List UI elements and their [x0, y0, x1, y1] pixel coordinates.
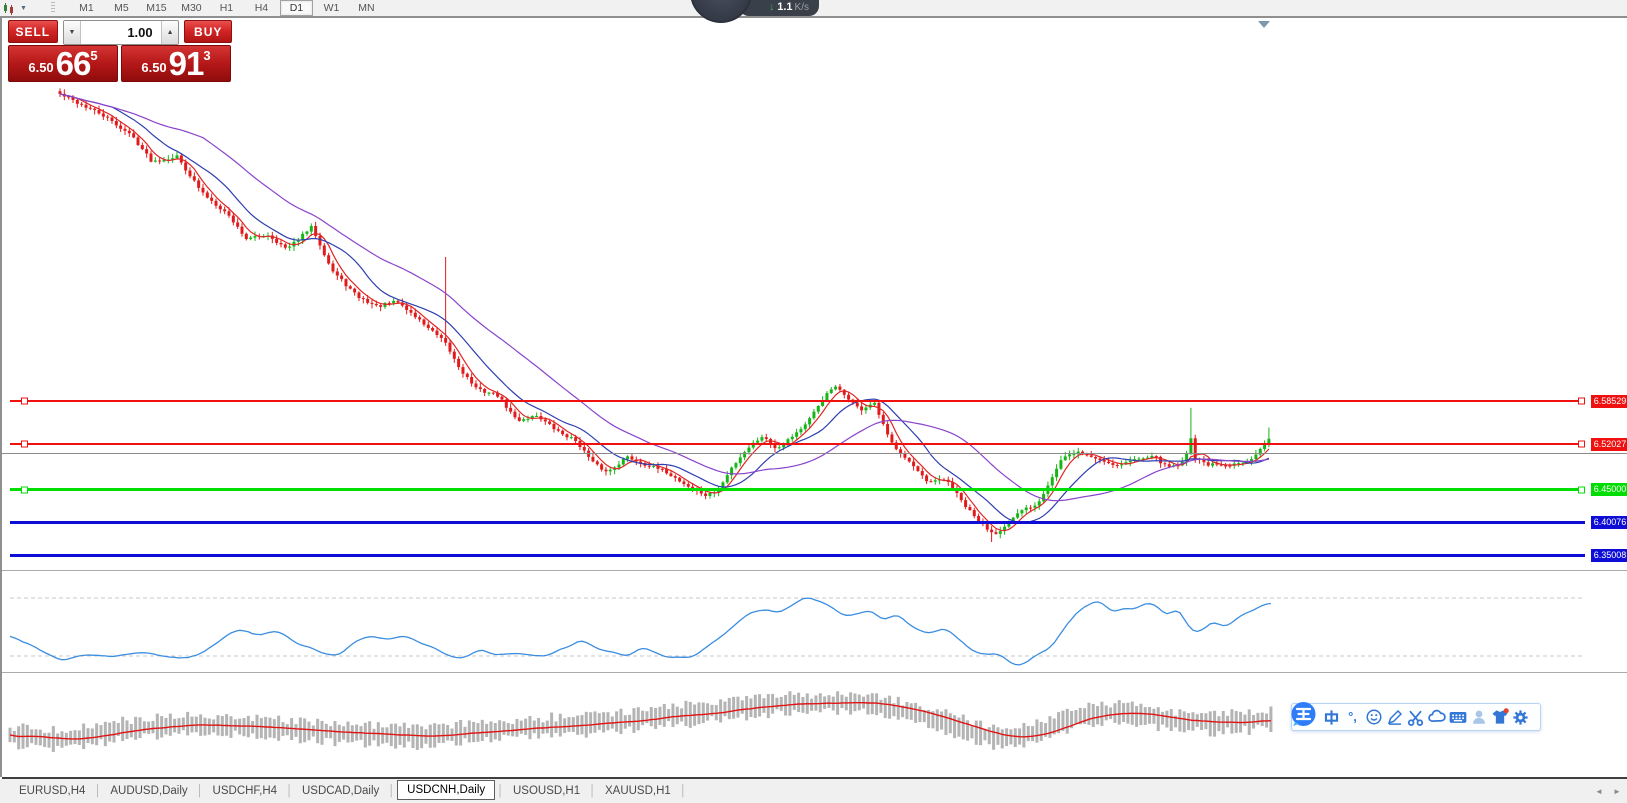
- chinese-mode-icon[interactable]: [1321, 705, 1342, 729]
- sell-price-main: 66: [56, 48, 91, 80]
- current-bid-line: [2, 453, 1627, 454]
- ime-logo-icon[interactable]: [1292, 701, 1321, 733]
- timeframe-button-M15[interactable]: M15: [140, 0, 173, 16]
- line-drag-handle[interactable]: [21, 398, 28, 405]
- handwriting-icon[interactable]: [1384, 705, 1405, 729]
- buy-price-pip: 3: [203, 49, 210, 62]
- line-drag-handle[interactable]: [21, 441, 28, 448]
- line-drag-handle[interactable]: [21, 486, 28, 493]
- download-arrow-icon: ↓: [769, 1, 774, 14]
- price-label-6.40076: 6.40076: [1591, 516, 1627, 529]
- price-label-6.35008: 6.35008: [1591, 549, 1627, 562]
- punctuation-icon[interactable]: °,: [1342, 705, 1363, 729]
- volume-stepper: ▼ 1.00 ▲: [63, 20, 180, 45]
- download-speed-unit: K/s: [795, 1, 809, 14]
- chart-tab-USDCHF[interactable]: USDCHF,H4: [206, 782, 285, 800]
- price-label-6.52027: 6.52027: [1591, 438, 1627, 451]
- settings-gear-icon[interactable]: [1510, 705, 1531, 729]
- timeframe-button-H4[interactable]: H4: [245, 0, 278, 16]
- timeframe-button-M30[interactable]: M30: [175, 0, 208, 16]
- emoji-icon[interactable]: [1363, 705, 1384, 729]
- timeframe-buttons: M1M5M15M30H1H4D1W1MN: [69, 0, 384, 16]
- volume-input[interactable]: 1.00: [81, 21, 160, 44]
- account-person-icon[interactable]: [1468, 705, 1489, 729]
- chart-window: 6.58529 6.52027 6.45000 6.40076 6.35008: [0, 18, 1627, 777]
- buy-price-prefix: 6.50: [141, 56, 166, 80]
- volume-decrease-caret[interactable]: ▼: [64, 21, 82, 44]
- price-level-line-6.58529[interactable]: [10, 400, 1585, 402]
- chart-tab-AUDUSD[interactable]: AUDUSD,Daily: [103, 782, 194, 800]
- sell-button[interactable]: SELL: [8, 20, 58, 43]
- tab-separator: │: [388, 785, 395, 797]
- sell-price-prefix: 6.50: [28, 56, 53, 80]
- price-label-6.45000: 6.45000: [1591, 483, 1627, 496]
- price-level-line-6.40076[interactable]: [10, 521, 1585, 524]
- line-drag-handle[interactable]: [1578, 486, 1585, 493]
- timeframe-button-M1[interactable]: M1: [70, 0, 103, 16]
- sell-price-display[interactable]: 6.50 66 5: [8, 45, 118, 82]
- timeframe-button-D1[interactable]: D1: [280, 0, 313, 16]
- price-label-6.58529: 6.58529: [1591, 395, 1627, 408]
- line-drag-handle[interactable]: [1578, 441, 1585, 448]
- tab-separator: │: [497, 785, 504, 797]
- timeframe-button-W1[interactable]: W1: [315, 0, 348, 16]
- chart-tabs: EURUSD,H4│AUDUSD,Daily│USDCHF,H4│USDCAD,…: [12, 782, 689, 800]
- timeframe-button-H1[interactable]: H1: [210, 0, 243, 16]
- chart-tab-EURUSD[interactable]: EURUSD,H4: [12, 782, 92, 800]
- tab-scroll-left-arrow[interactable]: ◄: [1595, 787, 1603, 796]
- download-speed-value: 1.1: [777, 1, 792, 14]
- sell-price-pip: 5: [90, 49, 97, 62]
- one-click-trade-panel: SELL ▼ 1.00 ▲ BUY 6.50 66 5 6.50 91 3: [8, 20, 232, 82]
- tab-scroll-right-arrow[interactable]: ►: [1613, 787, 1621, 796]
- price-level-line-6.35008[interactable]: [10, 554, 1585, 557]
- chart-tab-XAUUSD[interactable]: XAUUSD,H1: [598, 782, 678, 800]
- buy-button[interactable]: BUY: [184, 20, 232, 43]
- oscillator-pane[interactable]: [2, 571, 1627, 672]
- tab-separator: │: [589, 785, 596, 797]
- tab-separator: │: [680, 785, 687, 797]
- screenshot-scissors-icon[interactable]: [1405, 705, 1426, 729]
- timeframe-button-M5[interactable]: M5: [105, 0, 138, 16]
- volume-increase-caret[interactable]: ▲: [161, 21, 179, 44]
- line-drag-handle[interactable]: [1578, 398, 1585, 405]
- main-price-pane[interactable]: [2, 18, 1627, 570]
- chart-type-dropdown-caret[interactable]: ▼: [20, 5, 27, 12]
- chart-tab-bar: EURUSD,H4│AUDUSD,Daily│USDCHF,H4│USDCAD,…: [0, 779, 1627, 803]
- network-speed-widget[interactable]: ↓ 1.1 K/s: [739, 0, 819, 16]
- chart-tab-USDCNH[interactable]: USDCNH,Daily: [397, 780, 495, 800]
- tab-separator: │: [286, 785, 293, 797]
- toolbar-grip[interactable]: [51, 2, 55, 14]
- chart-tab-USDCAD[interactable]: USDCAD,Daily: [295, 782, 386, 800]
- ime-toolbar: °,: [1291, 703, 1541, 731]
- tab-separator: │: [94, 785, 101, 797]
- candlestick-chart-icon[interactable]: [2, 2, 16, 14]
- mt4-application-window: ▼ M1M5M15M30H1H4D1W1MN 6.58529 6.52027 6.4…: [0, 0, 1627, 803]
- virtual-keyboard-icon[interactable]: [1447, 705, 1468, 729]
- tab-separator: │: [197, 785, 204, 797]
- chart-tab-USOUSD[interactable]: USOUSD,H1: [506, 782, 587, 800]
- cloud-sync-icon[interactable]: [1426, 705, 1447, 729]
- buy-price-main: 91: [169, 48, 204, 80]
- skin-tshirt-icon[interactable]: [1489, 705, 1510, 729]
- price-level-line-6.45000[interactable]: [10, 488, 1585, 491]
- buy-price-display[interactable]: 6.50 91 3: [121, 45, 231, 82]
- timeframe-button-MN[interactable]: MN: [350, 0, 383, 16]
- price-level-line-6.52027[interactable]: [10, 443, 1585, 445]
- panel-collapse-caret[interactable]: [1258, 21, 1270, 28]
